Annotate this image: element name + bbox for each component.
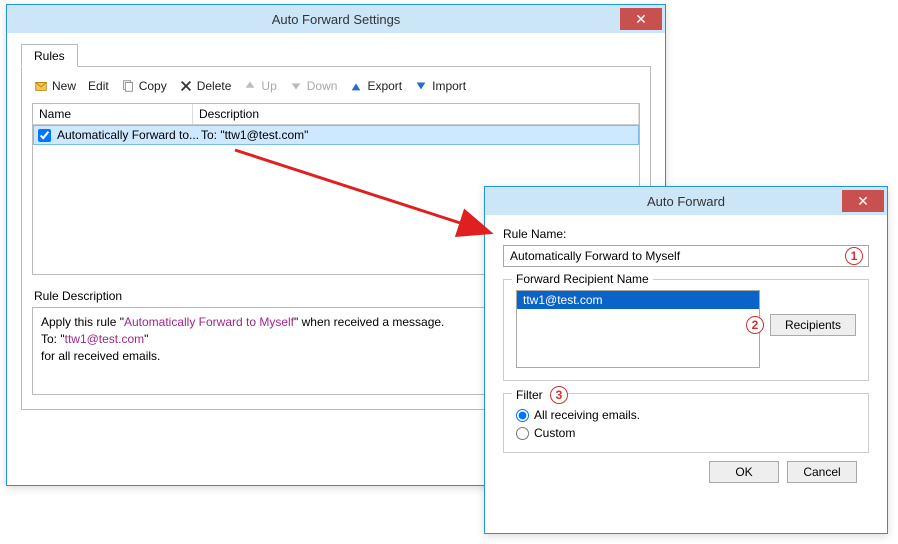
filter-all-label: All receiving emails. (534, 408, 640, 422)
up-label: Up (261, 79, 276, 93)
window-title: Auto Forward Settings (7, 12, 665, 27)
recipient-item[interactable]: ttw1@test.com (517, 291, 759, 309)
callout-3: 3 (550, 386, 568, 404)
dialog-buttons: OK Cancel (503, 453, 869, 483)
tab-strip: Rules (21, 43, 651, 67)
filter-fieldset: Filter 3 All receiving emails. Custom (503, 393, 869, 453)
rule-desc-cell: To: "ttw1@test.com" (201, 128, 634, 142)
new-label: New (52, 79, 76, 93)
ok-button[interactable]: OK (709, 461, 779, 483)
close-icon: ✕ (635, 11, 647, 28)
close-icon: ✕ (857, 193, 869, 210)
column-description[interactable]: Description (193, 104, 639, 124)
delete-label: Delete (197, 79, 232, 93)
new-button[interactable]: New (34, 79, 76, 93)
close-button[interactable]: ✕ (842, 190, 884, 212)
delete-button[interactable]: Delete (179, 79, 232, 93)
new-icon (34, 79, 48, 93)
down-button[interactable]: Down (289, 79, 338, 93)
list-header: Name Description (33, 104, 639, 125)
export-button[interactable]: Export (349, 79, 402, 93)
delete-icon (179, 79, 193, 93)
tab-rules[interactable]: Rules (21, 44, 78, 67)
desc-recipient[interactable]: ttw1@test.com (65, 332, 145, 346)
cancel-button[interactable]: Cancel (787, 461, 857, 483)
filter-all-option[interactable]: All receiving emails. (516, 408, 856, 422)
filter-custom-label: Custom (534, 426, 575, 440)
rule-row[interactable]: Automatically Forward to... To: "ttw1@te… (33, 125, 639, 145)
recipients-button[interactable]: Recipients (770, 314, 856, 336)
forward-recipient-fieldset: Forward Recipient Name ttw1@test.com 2 R… (503, 279, 869, 381)
titlebar[interactable]: Auto Forward Settings ✕ (7, 5, 665, 33)
export-icon (349, 79, 363, 93)
arrow-down-icon (289, 79, 303, 93)
edit-label: Edit (88, 79, 109, 93)
rule-name-input[interactable] (503, 245, 869, 267)
down-label: Down (307, 79, 338, 93)
rule-checkbox[interactable] (38, 129, 51, 142)
column-name[interactable]: Name (33, 104, 193, 124)
arrow-up-icon (243, 79, 257, 93)
forward-recipient-legend: Forward Recipient Name (512, 272, 653, 286)
titlebar[interactable]: Auto Forward ✕ (485, 187, 887, 215)
rule-name-cell: Automatically Forward to... (55, 128, 201, 142)
copy-icon (121, 79, 135, 93)
auto-forward-dialog: Auto Forward ✕ Rule Name: 1 Forward Reci… (484, 186, 888, 534)
filter-all-radio[interactable] (516, 409, 529, 422)
import-label: Import (432, 79, 466, 93)
rule-name-label: Rule Name: (503, 227, 869, 241)
edit-button[interactable]: Edit (88, 79, 109, 93)
recipient-listbox[interactable]: ttw1@test.com (516, 290, 760, 368)
up-button[interactable]: Up (243, 79, 276, 93)
dialog-body: Rule Name: 1 Forward Recipient Name ttw1… (485, 215, 887, 493)
export-label: Export (367, 79, 402, 93)
callout-2: 2 (746, 316, 764, 334)
filter-custom-radio[interactable] (516, 427, 529, 440)
filter-legend: Filter 3 (512, 386, 568, 404)
toolbar: New Edit Copy Delete (32, 75, 640, 103)
filter-custom-option[interactable]: Custom (516, 426, 856, 440)
copy-label: Copy (139, 79, 167, 93)
desc-rulename[interactable]: Automatically Forward to Myself (124, 315, 294, 329)
import-icon (414, 79, 428, 93)
window-title: Auto Forward (485, 194, 887, 209)
copy-button[interactable]: Copy (121, 79, 167, 93)
callout-1: 1 (845, 247, 863, 265)
import-button[interactable]: Import (414, 79, 466, 93)
close-button[interactable]: ✕ (620, 8, 662, 30)
